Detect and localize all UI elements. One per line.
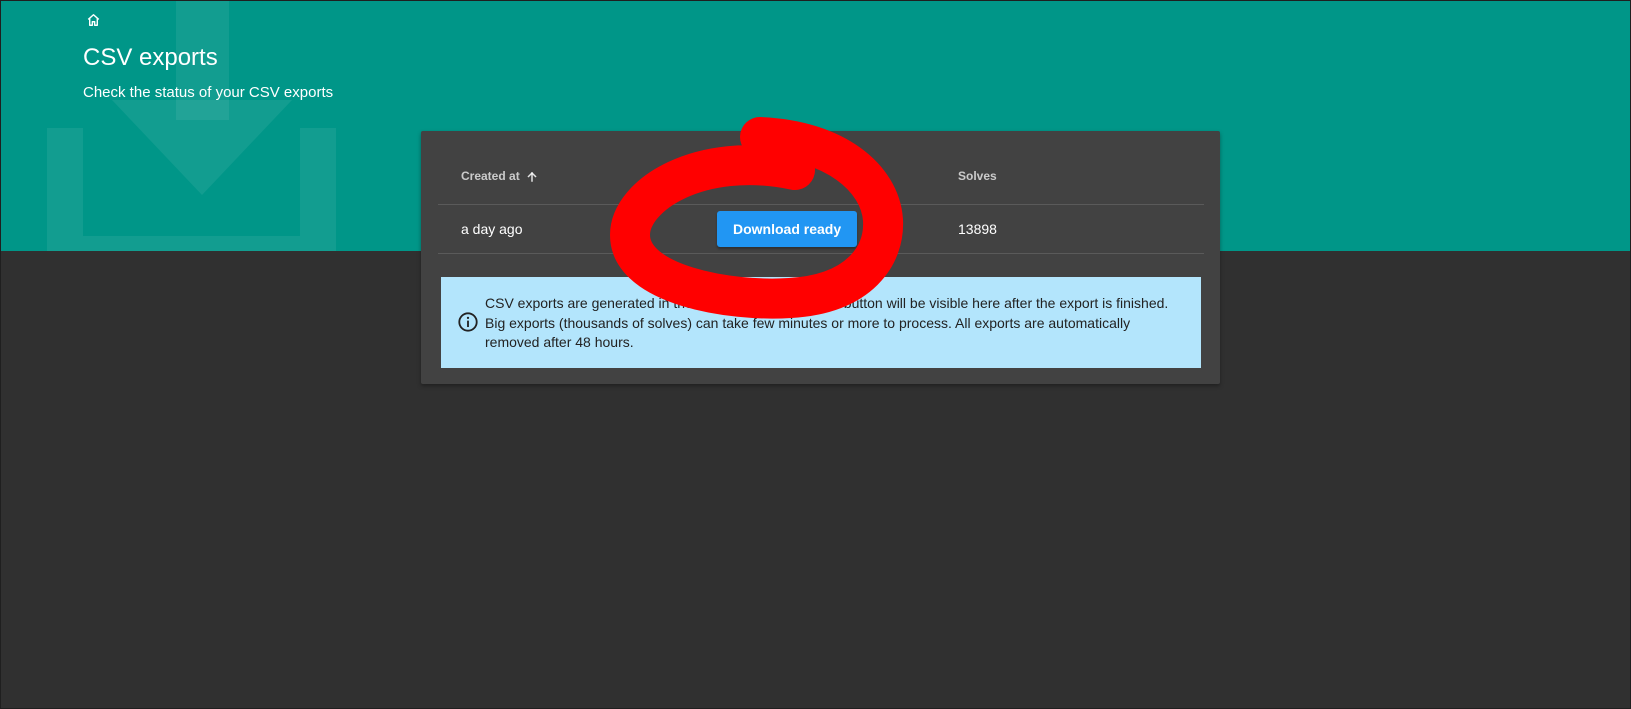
home-icon[interactable]	[84, 11, 102, 29]
arrow-up-icon[interactable]	[526, 170, 538, 183]
info-alert: CSV exports are generated in the backgro…	[441, 277, 1201, 368]
column-header-status[interactable]: Status	[718, 148, 755, 204]
download-icon	[47, 0, 336, 251]
column-header-label: Solves	[958, 169, 997, 183]
info-alert-text: CSV exports are generated in the backgro…	[485, 295, 1169, 350]
table-row: a day ago Download ready 13898	[438, 205, 1204, 254]
cell-created-at: a day ago	[461, 221, 523, 237]
download-ready-button[interactable]: Download ready	[717, 211, 858, 247]
column-header-created-at[interactable]: Created at	[461, 148, 538, 204]
column-header-solves[interactable]: Solves	[958, 148, 997, 204]
exports-card: Created at Status Solves a day ago Downl…	[421, 131, 1220, 384]
exports-table: Created at Status Solves a day ago Downl…	[438, 148, 1204, 254]
column-header-label: Created at	[461, 169, 520, 183]
table-header-row: Created at Status Solves	[438, 148, 1204, 205]
cell-solves: 13898	[958, 221, 997, 237]
info-icon	[458, 312, 478, 332]
column-header-label: Status	[718, 169, 755, 183]
cell-status: Download ready	[717, 205, 858, 253]
page-title: CSV exports	[83, 44, 218, 71]
page-subtitle: Check the status of your CSV exports	[83, 84, 334, 101]
